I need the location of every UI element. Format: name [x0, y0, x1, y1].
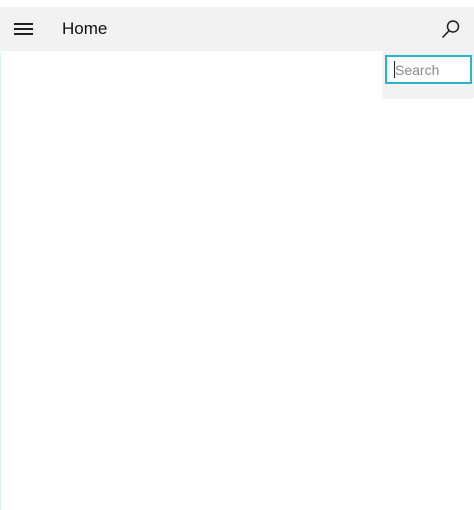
- page-title: Home: [62, 19, 108, 38]
- app-window: Home: [0, 0, 474, 510]
- search-flyout: [383, 51, 474, 97]
- hamburger-line: [14, 33, 33, 35]
- window-left-border: [0, 52, 1, 510]
- search-input[interactable]: [385, 55, 472, 84]
- hamburger-line: [14, 23, 33, 25]
- hamburger-line: [14, 28, 33, 30]
- main-content-area: [1, 51, 474, 510]
- search-icon: [442, 20, 460, 38]
- hamburger-menu-icon[interactable]: [9, 15, 37, 43]
- search-button[interactable]: [436, 15, 466, 43]
- app-bar: Home: [0, 7, 474, 51]
- window-top-strip: [0, 0, 474, 7]
- text-caret: [394, 61, 395, 78]
